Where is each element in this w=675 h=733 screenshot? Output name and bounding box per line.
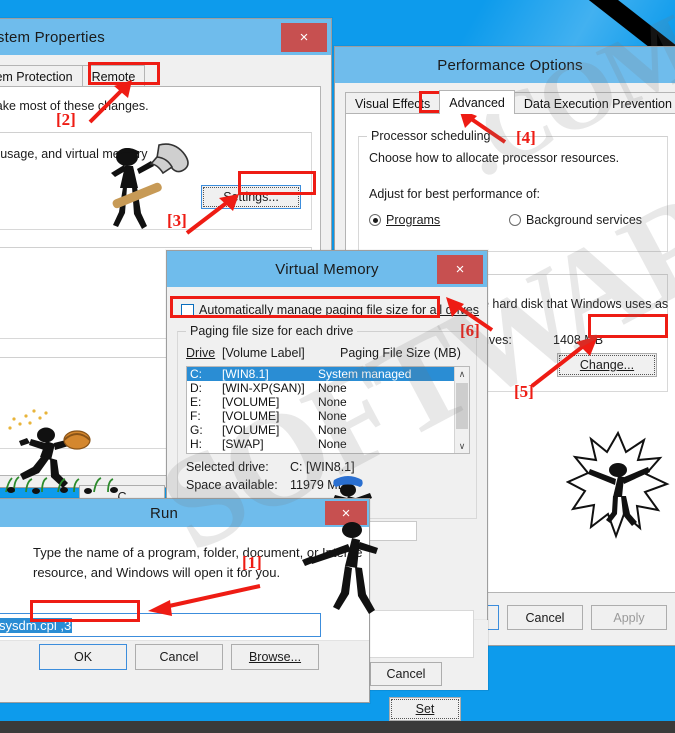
paging-file-group: Paging file size for each drive Drive [V… [177,324,477,519]
performance-options-titlebar: Performance Options [335,47,675,83]
processor-scheduling-label: Processor scheduling [367,129,495,143]
selected-drive-value: C: [WIN8.1] [290,460,355,474]
tab-data-execution-prevention[interactable]: Data Execution Prevention [513,92,675,114]
radio-programs-label: Programs [386,213,441,227]
performance-options-tabs: Visual Effects Advanced Data Execution P… [345,90,675,114]
radio-background-label: Background services [526,213,643,227]
performance-cancel-button[interactable]: Cancel [507,605,583,630]
table-row[interactable]: H: [SWAP] None [187,437,469,451]
paging-file-group-label: Paging file size for each drive [186,324,358,338]
set-button[interactable]: Set [389,697,461,721]
run-titlebar: Run × [0,499,369,527]
column-header-size: Paging File Size (MB) [340,346,461,360]
virtual-memory-title: Virtual Memory [275,260,379,278]
total-paging-value: 1408 MB [553,333,604,347]
settings-button[interactable]: Settings... [201,185,301,209]
run-cancel-button[interactable]: Cancel [135,644,223,670]
space-available-label: Space available: [186,478,278,492]
annotation-2: [2] [56,110,76,129]
scroll-up-icon[interactable]: ∧ [455,367,469,381]
virtual-memory-cancel-button[interactable]: Cancel [370,662,442,686]
listbox-scrollbar[interactable]: ∧ ∨ [454,367,469,453]
desktop-bottom-strip [0,721,675,733]
tab-advanced-perf[interactable]: Advanced [439,90,515,114]
tab-remote[interactable]: Remote [81,65,146,87]
close-icon[interactable]: × [325,501,367,525]
performance-group: mance effects, processor scheduling, mem… [0,132,312,230]
table-row[interactable]: F: [VOLUME] None [187,409,469,423]
system-properties-title: System Properties [0,28,105,46]
run-open-input[interactable]: sysdm.cpl ,3 [0,613,321,637]
scroll-down-icon[interactable]: ∨ [455,439,469,453]
virtual-memory-description: he hard disk that Windows uses as [475,297,669,311]
table-row[interactable]: D: [WIN-XP(SAN)] None [187,381,469,395]
auto-manage-label: Automatically manage paging file size fo… [199,303,479,317]
change-button[interactable]: Change... [557,353,657,377]
column-header-volume: [Volume Label] [222,346,305,360]
virtual-memory-titlebar: Virtual Memory × [167,251,487,287]
auto-manage-checkbox[interactable]: Automatically manage paging file size fo… [181,303,479,317]
run-browse-button[interactable]: Browse... [231,644,319,670]
radio-background-dot [509,214,521,226]
selected-drive-label: Selected drive: [186,460,269,474]
system-properties-tabs: Name Hardware Advanced System Protection… [0,63,321,87]
table-row[interactable]: G: [VOLUME] None [187,423,469,437]
table-row[interactable]: C: [WIN8.1] System managed [187,367,469,381]
adjust-label: Adjust for best performance of: [369,187,540,201]
run-body: Type the name of a program, folder, docu… [0,527,369,702]
column-header-drive: Drive [186,346,216,360]
run-open-value: sysdm.cpl ,3 [0,617,73,633]
tab-system-protection[interactable]: System Protection [0,65,83,87]
radio-programs[interactable]: Programs [369,213,440,227]
run-title: Run [149,504,179,522]
tab-visual-effects[interactable]: Visual Effects [345,92,441,114]
close-icon[interactable]: × [437,255,483,284]
run-ok-button[interactable]: OK [39,644,127,670]
scrollbar-thumb[interactable] [456,383,468,429]
annotation-4: [4] [516,128,536,147]
run-description-line1: Type the name of a program, folder, docu… [33,545,363,560]
close-icon[interactable]: × [281,23,327,52]
radio-background-services[interactable]: Background services [509,213,642,227]
performance-description: effects, processor scheduling, memory us… [0,147,148,161]
processor-scheduling-description: Choose how to allocate processor resourc… [369,151,620,165]
drive-listbox[interactable]: C: [WIN8.1] System managed D: [WIN-XP(SA… [186,366,470,454]
processor-scheduling-group: Processor scheduling Choose how to alloc… [358,129,668,252]
annotation-3: [3] [167,211,187,230]
system-properties-titlebar: System Properties × [0,19,331,55]
annotation-5: [5] [514,382,534,401]
performance-apply-button[interactable]: Apply [591,605,667,630]
radio-programs-dot [369,214,381,226]
window-run-dialog: Run × Type the name of a program, folder… [0,498,370,703]
annotation-6: [6] [460,321,480,340]
table-row[interactable]: E: [VOLUME] None [187,395,469,409]
annotation-1: [1] [242,553,262,572]
space-available-value: 11979 MB [290,478,347,492]
checkbox-box [181,303,194,317]
performance-options-title: Performance Options [437,56,583,74]
